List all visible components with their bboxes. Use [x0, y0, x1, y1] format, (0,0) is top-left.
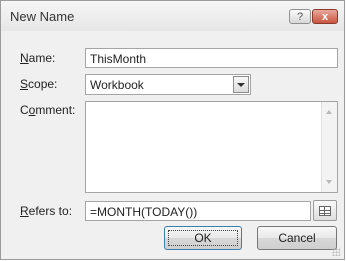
- scope-select-value: Workbook: [90, 78, 144, 92]
- scroll-down-icon: [326, 180, 332, 184]
- refers-to-label: Refers to:: [20, 204, 73, 218]
- comment-textarea[interactable]: [85, 101, 338, 193]
- name-field-value: ThisMonth: [90, 52, 147, 66]
- scope-select[interactable]: Workbook: [85, 74, 251, 95]
- title-bar: New Name ? x: [1, 1, 344, 31]
- cancel-button-label: Cancel: [278, 231, 316, 245]
- cancel-button[interactable]: Cancel: [257, 226, 337, 250]
- refers-to-field[interactable]: =MONTH(TODAY()): [85, 201, 311, 221]
- dialog-title: New Name: [10, 9, 75, 24]
- focus-rect: [168, 230, 238, 246]
- chevron-down-icon: [237, 82, 245, 87]
- scope-label: Scope:: [20, 77, 58, 91]
- close-icon: x: [321, 10, 329, 23]
- resize-grip-icon[interactable]: [332, 248, 340, 256]
- collapse-dialog-button[interactable]: [313, 200, 337, 221]
- scroll-up-icon: [326, 110, 332, 114]
- close-button[interactable]: x: [312, 9, 338, 24]
- help-button[interactable]: ?: [289, 9, 311, 24]
- refers-to-value: =MONTH(TODAY()): [90, 205, 198, 219]
- name-label: Name:: [20, 51, 56, 65]
- scope-dropdown-button[interactable]: [233, 76, 249, 93]
- comment-label: Comment:: [20, 103, 76, 117]
- range-select-icon: [319, 205, 331, 216]
- help-icon: ?: [296, 10, 304, 23]
- ok-button[interactable]: OK: [164, 226, 242, 250]
- new-name-dialog: New Name ? x Name: ThisMonth Scope: Work…: [0, 0, 345, 260]
- name-field[interactable]: ThisMonth: [85, 48, 338, 68]
- comment-scrollbar[interactable]: [321, 102, 337, 192]
